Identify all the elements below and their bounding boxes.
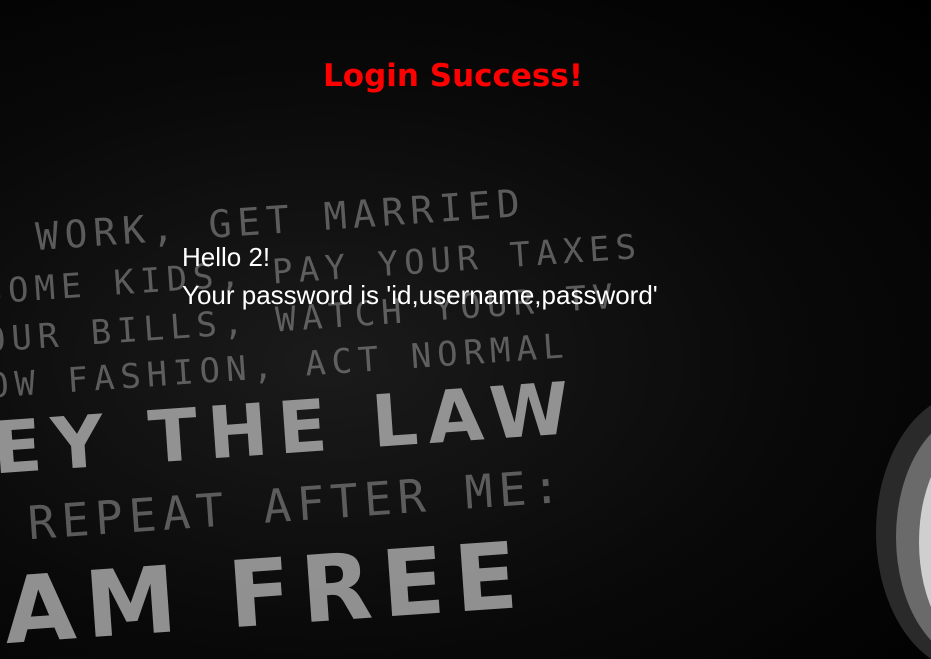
login-message: Hello 2! Your password is 'id,username,p… — [182, 238, 658, 314]
password-text: Your password is 'id,username,password' — [182, 280, 658, 310]
page: O WORK, GET MARRIED SOME KIDS, PAY YOUR … — [0, 0, 931, 659]
greeting-text: Hello 2! — [182, 242, 271, 272]
background-wallpaper: O WORK, GET MARRIED SOME KIDS, PAY YOUR … — [0, 181, 643, 659]
page-title: Login Success! — [323, 58, 583, 94]
mask-face-icon — [876, 405, 931, 659]
